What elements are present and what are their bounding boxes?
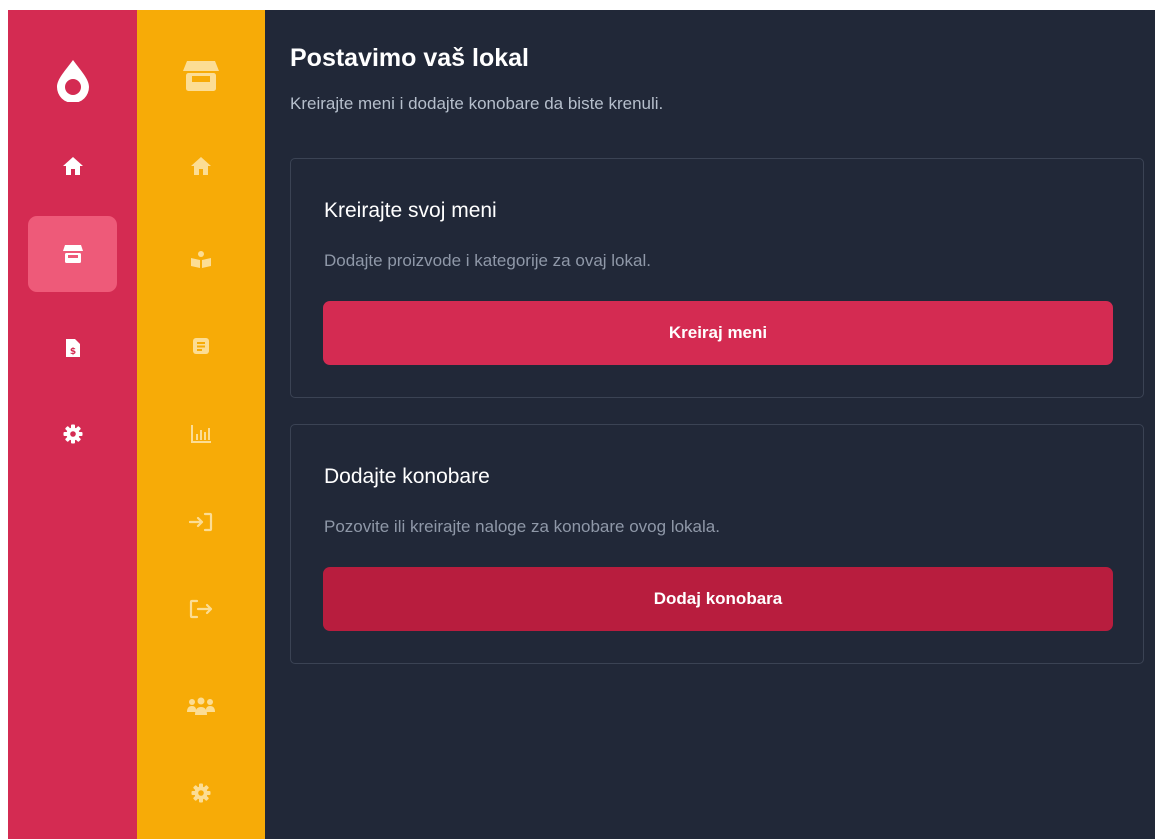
sidebar-item-store[interactable] bbox=[8, 240, 137, 268]
page-title: Postavimo vaš lokal bbox=[290, 44, 530, 72]
create-menu-button[interactable]: Kreiraj meni bbox=[323, 301, 1113, 365]
sidebar2-item-documents[interactable] bbox=[137, 332, 265, 360]
document-icon bbox=[193, 338, 209, 354]
store-header-icon[interactable] bbox=[137, 56, 265, 96]
add-waiter-button[interactable]: Dodaj konobara bbox=[323, 567, 1113, 631]
sidebar2-item-menu[interactable] bbox=[137, 245, 265, 273]
card-description: Pozovite ili kreirajte naloge za konobar… bbox=[324, 517, 720, 536]
main-content: Postavimo vaš lokal Kreirajte meni i dod… bbox=[265, 10, 1155, 839]
add-waiters-card: Dodajte konobare Pozovite ili kreirajte … bbox=[290, 424, 1144, 664]
logout-icon bbox=[189, 599, 213, 619]
create-menu-card: Kreirajte svoj meni Dodajte proizvode i … bbox=[290, 158, 1144, 398]
svg-text:$: $ bbox=[69, 347, 75, 357]
store-icon bbox=[62, 245, 83, 263]
sidebar2-item-home[interactable] bbox=[137, 152, 265, 180]
card-title: Kreirajte svoj meni bbox=[324, 199, 497, 222]
sidebar-item-settings[interactable] bbox=[8, 420, 137, 448]
card-title: Dodajte konobare bbox=[324, 465, 490, 488]
drop-logo-icon[interactable] bbox=[8, 58, 137, 102]
secondary-sidebar bbox=[137, 10, 265, 839]
sidebar2-item-settings[interactable] bbox=[137, 779, 265, 807]
gear-icon bbox=[191, 783, 211, 803]
menu-book-icon bbox=[191, 251, 211, 268]
sidebar-item-invoice[interactable]: $ bbox=[8, 334, 137, 362]
sidebar2-item-logout[interactable] bbox=[137, 595, 265, 623]
chart-icon bbox=[191, 425, 211, 443]
sidebar2-item-reports[interactable] bbox=[137, 420, 265, 448]
home-icon bbox=[62, 157, 83, 175]
invoice-icon: $ bbox=[65, 339, 80, 357]
sidebar2-item-staff[interactable] bbox=[137, 693, 265, 721]
card-description: Dodajte proizvode i kategorije za ovaj l… bbox=[324, 251, 651, 270]
page-subtitle: Kreirajte meni i dodajte konobare da bis… bbox=[290, 94, 664, 113]
primary-sidebar: $ bbox=[8, 10, 137, 839]
home-icon bbox=[191, 157, 211, 175]
sidebar2-item-login[interactable] bbox=[137, 508, 265, 536]
login-icon bbox=[189, 512, 213, 532]
gear-icon bbox=[63, 424, 82, 444]
sidebar-item-home[interactable] bbox=[8, 152, 137, 180]
users-icon bbox=[187, 697, 215, 715]
app-frame: $ Postavimo vaš lokal Kreirajte meni i d… bbox=[8, 10, 1155, 839]
